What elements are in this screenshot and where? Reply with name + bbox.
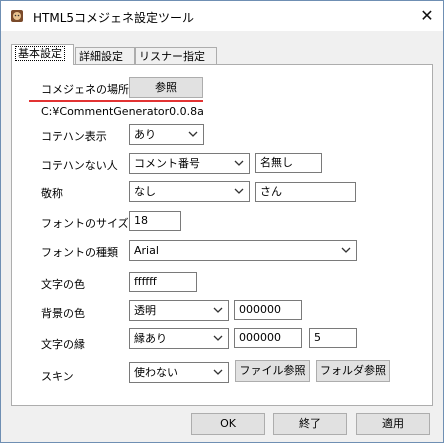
no-kotehan-select[interactable]: コメント番号 [129,153,250,174]
font-size-input[interactable]: 18 [129,211,181,231]
font-family-select[interactable]: Arial [129,240,357,261]
bg-color-label: 背景の色 [41,307,85,320]
close-button[interactable]: ✕ [415,5,439,27]
close-icon: ✕ [420,6,434,25]
tab-detail-settings[interactable]: 詳細設定 [75,47,135,64]
no-kotehan-name-input[interactable]: 名無し [255,153,322,173]
outline-color-input[interactable]: 000000 [234,328,302,348]
tab-label: 詳細設定 [79,50,123,63]
exit-button[interactable]: 終了 [273,413,347,435]
font-family-label: フォントの種類 [41,246,118,259]
select-value: コメント番号 [134,157,200,170]
settings-window: HTML5コメジェネ設定ツール ✕ 基本設定 詳細設定 リスナー指定 コメジェネ… [0,0,444,443]
chevron-down-icon [234,160,244,166]
tab-listener-settings[interactable]: リスナー指定 [135,47,217,64]
select-value: 透明 [134,304,156,317]
skin-label: スキン [41,370,74,383]
browse-location-button[interactable]: 参照 [129,77,203,98]
select-value: なし [134,185,156,198]
tab-label: リスナー指定 [139,50,205,63]
chevron-down-icon [213,335,223,341]
skin-file-browse-button[interactable]: ファイル参照 [235,360,310,382]
chevron-down-icon [213,307,223,313]
location-path: C:¥CommentGenerator0.0.8a [41,105,204,118]
bg-color-mode-select[interactable]: 透明 [129,300,229,321]
select-value: あり [134,128,156,141]
chevron-down-icon [213,369,223,375]
location-underline [29,100,203,102]
font-size-label: フォントのサイズ [41,217,129,230]
kotehan-display-select[interactable]: あり [129,124,204,145]
outline-label: 文字の縁 [41,338,85,351]
honorific-label: 敬称 [41,187,63,200]
select-value: 使わない [134,366,178,379]
window-title: HTML5コメジェネ設定ツール [33,11,195,25]
apply-button[interactable]: 適用 [356,413,430,435]
chevron-down-icon [188,131,198,137]
skin-folder-browse-button[interactable]: フォルダ参照 [316,360,390,382]
honorific-text-input[interactable]: さん [255,182,356,202]
outline-mode-select[interactable]: 縁あり [129,328,229,349]
kotehan-display-label: コテハン表示 [41,130,107,143]
ok-button[interactable]: OK [191,413,265,435]
chevron-down-icon [341,247,351,253]
select-value: Arial [134,244,159,257]
tab-basic-settings[interactable]: 基本設定 [11,44,74,65]
tab-label: 基本設定 [15,46,65,61]
outline-width-input[interactable]: 5 [309,328,357,348]
title-bar: HTML5コメジェネ設定ツール ✕ [1,1,443,31]
location-label: コメジェネの場所 [41,83,129,96]
app-icon [11,10,23,22]
text-color-label: 文字の色 [41,278,85,291]
skin-mode-select[interactable]: 使わない [129,362,229,383]
bg-color-input[interactable]: 000000 [234,300,302,320]
chevron-down-icon [234,188,244,194]
no-kotehan-label: コテハンない人 [41,159,118,172]
honorific-select[interactable]: なし [129,181,250,202]
select-value: 縁あり [134,332,167,345]
text-color-input[interactable]: ffffff [129,272,197,292]
